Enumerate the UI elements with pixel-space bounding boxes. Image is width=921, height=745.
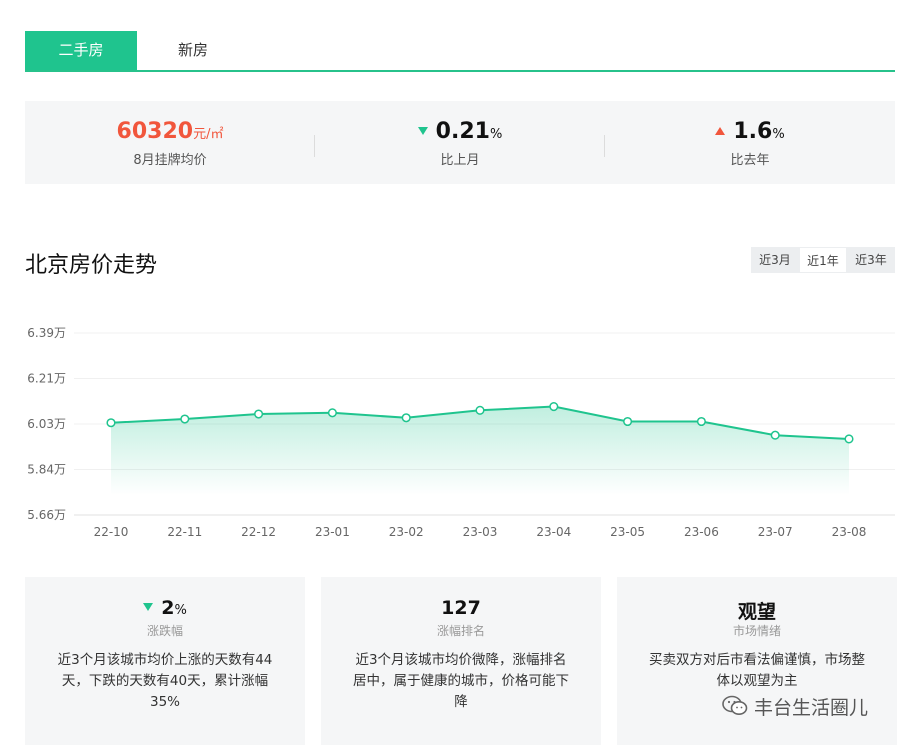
avg-price-value: 60320元/㎡ xyxy=(116,119,224,144)
x-tick-label: 23-07 xyxy=(758,525,793,539)
avg-price-label: 8月挂牌均价 xyxy=(133,153,207,168)
x-tick-label: 23-04 xyxy=(536,525,571,539)
rank-card-description: 近3个月该城市均价微降，涨幅排名居中，属于健康的城市，价格可能下降 xyxy=(353,652,569,710)
change-card-description: 近3个月该城市均价上涨的天数有44天，下跌的天数有40天，累计涨幅35% xyxy=(57,652,273,710)
chart-area xyxy=(111,406,849,495)
house-type-tabs: 二手房 新房 xyxy=(25,31,895,72)
y-tick-label: 6.21万 xyxy=(27,372,66,386)
x-tick-label: 23-05 xyxy=(610,525,645,539)
chart-title: 北京房价走势 xyxy=(25,253,158,278)
yoy-change-stat: 1.6% 比去年 xyxy=(605,101,895,184)
wechat-icon xyxy=(722,695,748,715)
data-point xyxy=(549,401,559,412)
data-point xyxy=(844,434,854,444)
data-point xyxy=(696,416,706,427)
price-trend-chart: 6.39万 6.21万 6.03万 5.84万 5.66万 22-10 22-11 22-12… xyxy=(27,326,895,539)
price-summary-panel: 60320元/㎡ 8月挂牌均价 0.21% 比上月 1.6% 比去年 xyxy=(25,101,895,184)
down-arrow-icon xyxy=(417,127,428,135)
wechat-watermark: 丰台生活圈儿 xyxy=(722,692,868,720)
x-tick-label: 22-12 xyxy=(241,525,276,539)
x-tick-label: 23-08 xyxy=(832,525,867,539)
x-tick-label: 23-03 xyxy=(463,525,498,539)
rank-card: 127 涨幅排名 近3个月该城市均价微降，涨幅排名居中，属于健康的城市，价格可能… xyxy=(321,577,601,745)
sentiment-card-value: 观望 xyxy=(737,601,776,623)
x-tick-label: 22-11 xyxy=(167,525,202,539)
series-area xyxy=(111,406,849,495)
y-tick-label: 5.84万 xyxy=(27,463,66,477)
y-tick-label: 6.03万 xyxy=(27,417,66,431)
time-range-tabs: 近3月 近1年 近3年 xyxy=(751,247,895,273)
range-tab-1-year[interactable]: 近1年 xyxy=(799,247,847,273)
watermark-text: 丰台生活圈儿 xyxy=(754,696,869,719)
y-tick-label: 5.66万 xyxy=(27,508,66,522)
up-arrow-icon xyxy=(715,127,726,135)
x-tick-label: 23-06 xyxy=(684,525,719,539)
avg-price-stat: 60320元/㎡ 8月挂牌均价 xyxy=(25,101,315,184)
x-tick-label: 23-01 xyxy=(315,525,350,539)
mom-change-stat: 0.21% 比上月 xyxy=(315,101,605,184)
sentiment-card-caption: 市场情绪 xyxy=(732,624,781,638)
data-point xyxy=(327,408,337,418)
change-card-value: 2 xyxy=(161,597,175,619)
range-tab-3-years[interactable]: 近3年 xyxy=(847,247,895,273)
mom-change-label: 比上月 xyxy=(440,153,480,168)
data-point xyxy=(180,414,190,424)
data-point xyxy=(401,413,411,423)
data-point xyxy=(770,430,780,440)
yoy-change-value: 1.6 xyxy=(733,119,773,144)
change-card: 2% 涨跌幅 近3个月该城市均价上涨的天数有44天，下跌的天数有40天，累计涨幅… xyxy=(25,577,305,745)
rank-card-value: 127 xyxy=(441,597,481,619)
range-tab-3-months[interactable]: 近3月 xyxy=(751,247,799,273)
yoy-change-label: 比去年 xyxy=(730,153,770,168)
data-point xyxy=(623,416,633,427)
sentiment-card-description: 买卖双方对后市看法偏谨慎，市场整体以观望为主 xyxy=(649,652,865,689)
rank-card-caption: 涨幅排名 xyxy=(436,624,485,638)
down-arrow-icon xyxy=(143,603,154,611)
tab-second-hand[interactable]: 二手房 xyxy=(25,31,137,70)
x-tick-label: 23-02 xyxy=(389,525,424,539)
mom-change-value: 0.21 xyxy=(435,119,490,144)
y-tick-label: 6.39万 xyxy=(27,326,66,340)
change-card-caption: 涨跌幅 xyxy=(146,624,183,638)
data-point xyxy=(254,409,264,419)
data-point xyxy=(475,405,485,415)
data-point xyxy=(106,418,116,428)
x-tick-label: 22-10 xyxy=(94,525,129,539)
tab-new-house[interactable]: 新房 xyxy=(137,31,249,70)
